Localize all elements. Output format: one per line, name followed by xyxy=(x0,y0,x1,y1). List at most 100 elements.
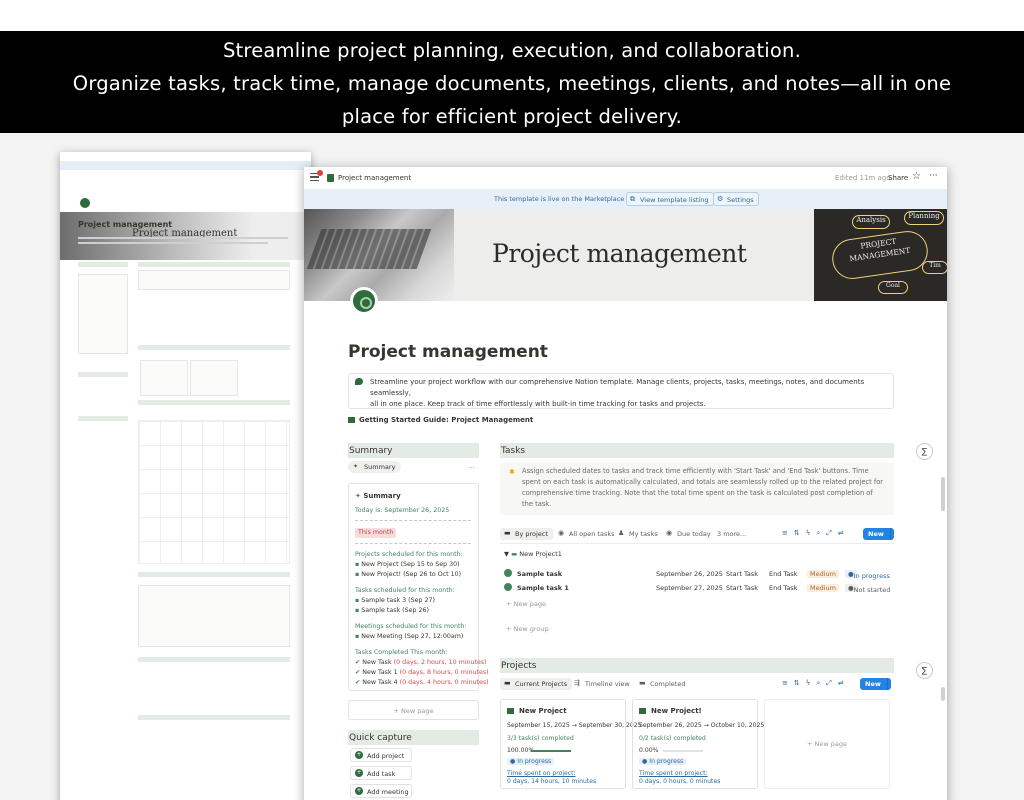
completed-task[interactable]: ✔ New Task 4 (0 days, 4 hours, 0 minutes… xyxy=(355,678,489,688)
more-options-icon[interactable]: ··· xyxy=(929,171,938,181)
scheduled-project[interactable]: ▪ New Project (Sep 15 to Sep 30) xyxy=(355,560,460,570)
sigma-icon[interactable]: ∑ xyxy=(916,443,933,460)
status-label: In progress xyxy=(853,572,890,580)
back-meetings-header xyxy=(138,400,290,405)
cover-bubble-main: PROJECT MANAGEMENT xyxy=(829,228,931,282)
filter-icon[interactable]: ≡ xyxy=(782,679,794,687)
tab-all-open-tasks[interactable]: ◉ All open tasks xyxy=(554,528,619,540)
cover-chalkboard: Analysis Planning PROJECT MANAGEMENT Goa… xyxy=(814,209,947,301)
back-titlebar xyxy=(60,152,311,162)
summary-new-page-button[interactable]: + New page xyxy=(348,700,479,720)
back-quick-capture-header xyxy=(78,372,128,377)
settings-sliders-icon[interactable]: ⇌ xyxy=(838,679,850,687)
completed-task-time: (0 days, 8 hours, 0 minutes) xyxy=(399,669,489,676)
scheduled-project[interactable]: ▪ New Project! (Sep 26 to Oct 10) xyxy=(355,570,461,580)
completed-task[interactable]: ✔ New Task 1 (0 days, 8 hours, 0 minutes… xyxy=(355,668,489,678)
banner-line-3: place for efficient project delivery. xyxy=(341,105,683,128)
project-dates: September 15, 2025 → September 30, 2025 xyxy=(507,722,642,729)
sort-icon[interactable]: ⇅ xyxy=(794,529,806,537)
tasks-new-button[interactable]: New xyxy=(863,528,894,540)
check-circle-icon: ◉ xyxy=(666,529,673,537)
start-task-button[interactable]: Start Task xyxy=(726,570,758,578)
settings-button[interactable]: ⚙ Settings xyxy=(713,192,759,206)
star-icon[interactable]: ☆ xyxy=(912,171,921,182)
tab-by-project[interactable]: ▬ By project xyxy=(500,528,553,540)
expand-icon[interactable]: ⤢ xyxy=(826,679,838,687)
lightning-icon[interactable]: ϟ xyxy=(806,529,817,537)
add-project-label: Add project xyxy=(367,752,405,760)
tab-my-tasks[interactable]: ♟ My tasks xyxy=(614,528,663,540)
back-callout-line xyxy=(78,242,268,244)
scheduled-task-label: Sample task (Sep 26) xyxy=(361,607,429,614)
task-group-header[interactable]: ▼ ▬ New Project1 xyxy=(504,550,562,558)
expand-icon[interactable]: ⤢ xyxy=(826,529,838,537)
back-calendar xyxy=(138,420,290,564)
tab-label: Current Projects xyxy=(515,680,568,688)
getting-started-link[interactable]: Getting Started Guide: Project Managemen… xyxy=(348,416,533,424)
task-row[interactable]: Sample task 1 September 27, 2025 Start T… xyxy=(500,582,894,595)
back-navigation-header xyxy=(78,416,128,421)
cover-bubble: Tim xyxy=(922,261,947,274)
share-button[interactable]: Share xyxy=(888,174,908,182)
end-task-button[interactable]: End Task xyxy=(769,584,797,592)
projects-new-button[interactable]: New xyxy=(860,678,891,690)
summary-card[interactable]: ✦ Summary Today is: September 26, 2025 T… xyxy=(348,483,489,691)
tasks-new-page-button[interactable]: + New page xyxy=(506,600,546,608)
projects-scrollbar[interactable] xyxy=(941,687,945,701)
tab-timeline-view[interactable]: ⇶ Timeline view xyxy=(570,678,635,690)
add-task-button[interactable]: + Add task xyxy=(350,766,412,780)
projects-new-page-button[interactable]: + New page xyxy=(765,740,889,748)
folder-icon xyxy=(639,708,646,714)
task-name[interactable]: Sample task 1 xyxy=(517,584,569,592)
projects-heading: Projects xyxy=(500,658,894,673)
summary-view-tab[interactable]: ✦ Summary xyxy=(348,461,402,473)
back-page-title: Project management xyxy=(78,220,173,229)
completed-task[interactable]: ✔ New Task (0 days, 2 hours, 10 minutes) xyxy=(355,658,487,668)
tab-current-projects[interactable]: ▬ Current Projects xyxy=(500,678,573,690)
hand-icon: ✦ xyxy=(353,463,359,470)
sort-icon[interactable]: ⇅ xyxy=(794,679,806,687)
book-icon xyxy=(348,417,355,423)
project-dates: September 26, 2025 → October 10, 2025 xyxy=(639,722,765,729)
tab-label: My tasks xyxy=(629,530,658,538)
tasks-note: ✱ Assign scheduled dates to tasks and tra… xyxy=(500,463,894,515)
summary-more-icon[interactable]: ··· xyxy=(468,464,475,472)
settings-sliders-icon[interactable]: ⇌ xyxy=(838,529,850,537)
lightning-icon[interactable]: ϟ xyxy=(806,679,817,687)
project-card[interactable]: New Project! September 26, 2025 → Octobe… xyxy=(632,699,764,789)
tab-completed[interactable]: ▬ Completed xyxy=(635,678,690,690)
tab-label: By project xyxy=(515,530,548,538)
add-meeting-button[interactable]: + Add meeting xyxy=(350,784,412,798)
project-card[interactable]: New Project September 15, 2025 → Septemb… xyxy=(500,699,642,789)
tab-label: Completed xyxy=(650,680,686,688)
meetings-scheduled-heading: Meetings scheduled for this month: xyxy=(355,623,467,630)
view-listing-label: View template listing xyxy=(640,196,709,204)
tasks-scrollbar[interactable] xyxy=(941,477,945,511)
completed-heading: Tasks Completed This month: xyxy=(355,649,448,656)
tab-more[interactable]: 3 more... xyxy=(712,528,751,540)
new-project-card[interactable]: + New page xyxy=(764,699,890,789)
task-row[interactable]: Sample task September 26, 2025 Start Tas… xyxy=(500,568,894,581)
scheduled-meeting[interactable]: ▪ New Meeting (Sep 27, 12:00am) xyxy=(355,632,463,642)
summary-card-title: ✦ Summary xyxy=(355,492,401,502)
scheduled-task[interactable]: ▪ Sample task (Sep 26) xyxy=(355,606,429,616)
sigma-icon[interactable]: ∑ xyxy=(916,662,933,679)
page-icon[interactable] xyxy=(350,287,378,315)
new-group-button[interactable]: + New group xyxy=(506,625,549,633)
scheduled-task[interactable]: ▪ Sample task 3 (Sep 27) xyxy=(355,596,435,606)
breadcrumb-page-title[interactable]: Project management xyxy=(338,174,411,182)
view-template-listing-button[interactable]: ⧉ View template listing xyxy=(626,192,714,206)
tasks-note-text: Assign scheduled dates to tasks and trac… xyxy=(522,467,884,508)
filter-icon[interactable]: ≡ xyxy=(782,529,794,537)
task-name[interactable]: Sample task xyxy=(517,570,562,578)
search-icon[interactable]: ⌕ xyxy=(816,529,826,537)
search-icon[interactable]: ⌕ xyxy=(816,679,826,687)
add-project-button[interactable]: + Add project xyxy=(350,748,412,762)
completed-task-time: (0 days, 4 hours, 0 minutes) xyxy=(399,679,489,686)
project-status-tag: ● In progress xyxy=(507,758,555,765)
start-task-button[interactable]: Start Task xyxy=(726,584,758,592)
projects-toolbar: ≡⇅ϟ⌕⤢⇌ xyxy=(782,679,850,688)
priority-tag: Medium xyxy=(807,570,839,578)
end-task-button[interactable]: End Task xyxy=(769,570,797,578)
tab-due-today[interactable]: ◉ Due today xyxy=(662,528,716,540)
